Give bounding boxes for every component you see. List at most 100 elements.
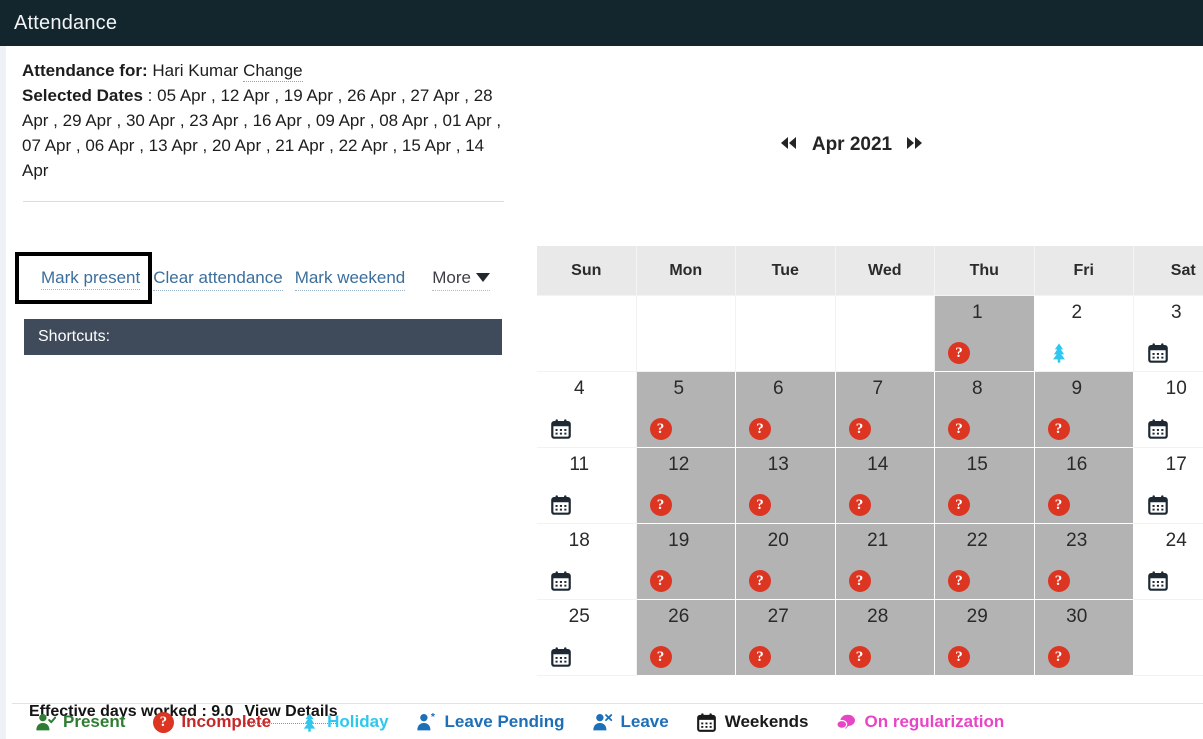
calendar-day-8[interactable]: 8? bbox=[935, 372, 1035, 448]
calendar-day-24[interactable]: 24 bbox=[1134, 524, 1203, 600]
prev-month-icon[interactable] bbox=[780, 135, 798, 155]
incomplete-icon: ? bbox=[1047, 418, 1070, 440]
calendar-day-5[interactable]: 5? bbox=[636, 372, 736, 448]
app-titlebar: Attendance bbox=[0, 0, 1203, 46]
day-status-incomplete-icon: ? bbox=[848, 570, 871, 592]
day-status-incomplete-icon: ? bbox=[749, 646, 771, 668]
calendar-day-empty bbox=[537, 296, 637, 372]
calendar-day-28[interactable]: 28? bbox=[835, 600, 935, 676]
calendar-weeks: 1? 2 3 4 5? 6? 7? 8? 9? 10 11 12? 13? 14? 15? 16? 17 18 19… bbox=[537, 296, 1203, 676]
calendar-day-22[interactable]: 22? bbox=[935, 524, 1035, 600]
calendar-day-27[interactable]: 27? bbox=[736, 600, 836, 676]
calendar-day-14[interactable]: 14? bbox=[835, 448, 935, 524]
incomplete-icon: ? bbox=[749, 646, 771, 668]
incomplete-icon: ? bbox=[948, 342, 970, 364]
day-status-incomplete-icon: ? bbox=[948, 646, 970, 668]
day-status-weekend-icon bbox=[1147, 342, 1169, 364]
calendar-day-29[interactable]: 29? bbox=[935, 600, 1035, 676]
calendar-week-row: 1? 2 3 bbox=[537, 296, 1203, 372]
weekend-icon bbox=[551, 571, 571, 591]
calendar-day-10[interactable]: 10 bbox=[1134, 372, 1203, 448]
incomplete-icon: ? bbox=[749, 570, 771, 592]
day-number: 29 bbox=[966, 606, 988, 627]
leave-icon bbox=[592, 711, 614, 733]
calendar-day-17[interactable]: 17 bbox=[1134, 448, 1203, 524]
holiday-icon bbox=[303, 712, 315, 732]
legend-item-leave-pending: * Leave Pending bbox=[416, 711, 565, 733]
incomplete-icon: ? bbox=[649, 646, 672, 668]
attendance-for-line: Attendance for: Hari Kumar Change bbox=[6, 46, 530, 83]
day-number: 2 bbox=[1071, 302, 1083, 323]
calendar-day-2[interactable]: 2 bbox=[1034, 296, 1134, 372]
day-number: 7 bbox=[872, 378, 884, 399]
weekend-icon bbox=[551, 495, 571, 515]
calendar-week-row: 4 5? 6? 7? 8? 9? 10 bbox=[537, 372, 1203, 448]
calendar-week-row: 25 26? 27? 28? 29? 30? bbox=[537, 600, 1203, 676]
day-number: 1 bbox=[971, 302, 983, 323]
calendar-day-15[interactable]: 15? bbox=[935, 448, 1035, 524]
change-employee-link[interactable]: Change bbox=[243, 61, 303, 82]
selected-dates-label: Selected Dates bbox=[22, 86, 143, 105]
calendar-day-1[interactable]: 1? bbox=[935, 296, 1035, 372]
next-month-icon[interactable] bbox=[906, 135, 924, 155]
calendar-day-6[interactable]: 6? bbox=[736, 372, 836, 448]
calendar-day-30[interactable]: 30? bbox=[1034, 600, 1134, 676]
day-number: 17 bbox=[1165, 454, 1187, 475]
incomplete-icon: ? bbox=[649, 418, 672, 440]
clear-attendance-button[interactable]: Clear attendance bbox=[153, 268, 283, 291]
day-status-weekend-icon bbox=[550, 494, 572, 516]
calendar-day-4[interactable]: 4 bbox=[537, 372, 637, 448]
more-actions-button[interactable]: More bbox=[432, 268, 490, 291]
calendar-day-7[interactable]: 7? bbox=[835, 372, 935, 448]
incomplete-icon: ? bbox=[1047, 646, 1070, 668]
day-status-incomplete-icon: ? bbox=[848, 494, 871, 516]
more-actions-label: More bbox=[432, 268, 471, 287]
calendar-day-18[interactable]: 18 bbox=[537, 524, 637, 600]
legend-label: On regularization bbox=[864, 712, 1005, 731]
day-number: 11 bbox=[569, 454, 590, 475]
calendar-day-20[interactable]: 20? bbox=[736, 524, 836, 600]
day-number: 23 bbox=[1066, 530, 1088, 551]
calendar-day-12[interactable]: 12? bbox=[636, 448, 736, 524]
incomplete-icon: ? bbox=[649, 494, 672, 516]
calendar-day-empty bbox=[636, 296, 736, 372]
incomplete-icon: ? bbox=[749, 494, 771, 516]
incomplete-icon: ? bbox=[1047, 570, 1070, 592]
legend-label: Incomplete bbox=[181, 712, 272, 731]
calendar-day-9[interactable]: 9? bbox=[1034, 372, 1134, 448]
calendar-day-19[interactable]: 19? bbox=[636, 524, 736, 600]
day-number: 27 bbox=[767, 606, 789, 627]
weekday-header-sat: Sat bbox=[1134, 246, 1203, 296]
calendar-day-empty bbox=[736, 296, 836, 372]
incomplete-icon: ? bbox=[948, 570, 970, 592]
legend-item-on-regularization: On regularization bbox=[836, 711, 1005, 733]
calendar-day-16[interactable]: 16? bbox=[1034, 448, 1134, 524]
legend-item-weekends: Weekends bbox=[696, 711, 809, 733]
calendar-day-25[interactable]: 25 bbox=[537, 600, 637, 676]
incomplete-icon: ? bbox=[649, 570, 672, 592]
calendar-day-23[interactable]: 23? bbox=[1034, 524, 1134, 600]
holiday-icon bbox=[298, 711, 320, 733]
legend-items: Present? Incomplete Holiday * Leave Pending L… bbox=[12, 704, 1203, 739]
day-number: 16 bbox=[1066, 454, 1088, 475]
calendar-day-13[interactable]: 13? bbox=[736, 448, 836, 524]
day-number: 9 bbox=[1071, 378, 1083, 399]
calendar-day-11[interactable]: 11 bbox=[537, 448, 637, 524]
day-status-incomplete-icon: ? bbox=[1047, 646, 1070, 668]
content-area: Attendance for: Hari Kumar Change Select… bbox=[6, 46, 1203, 739]
incomplete-icon: ? bbox=[848, 646, 871, 668]
mark-present-button[interactable]: Mark present bbox=[41, 268, 141, 290]
shortcuts-bar: Shortcuts: bbox=[24, 319, 502, 355]
incomplete-icon: ? bbox=[848, 494, 871, 516]
weekend-icon bbox=[551, 647, 571, 667]
calendar-day-26[interactable]: 26? bbox=[636, 600, 736, 676]
day-status-incomplete-icon: ? bbox=[848, 418, 871, 440]
regularization-icon bbox=[836, 711, 858, 733]
legend-label: Holiday bbox=[327, 712, 389, 731]
calendar-day-3[interactable]: 3 bbox=[1134, 296, 1203, 372]
day-number: 26 bbox=[668, 606, 690, 627]
day-status-weekend-icon bbox=[550, 570, 572, 592]
legend-label: Weekends bbox=[724, 712, 809, 731]
mark-weekend-button[interactable]: Mark weekend bbox=[294, 268, 406, 291]
calendar-day-21[interactable]: 21? bbox=[835, 524, 935, 600]
